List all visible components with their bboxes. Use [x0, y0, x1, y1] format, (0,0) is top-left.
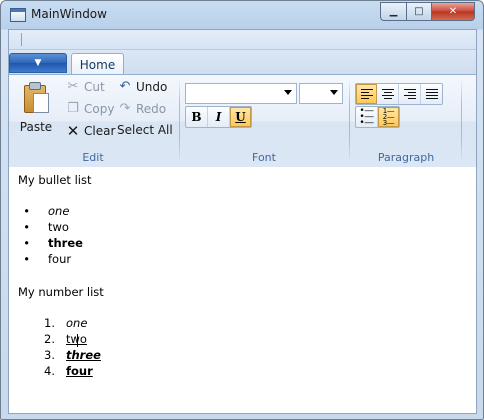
align-center-icon — [381, 89, 394, 99]
align-left-icon — [360, 89, 373, 99]
select-all-button[interactable]: Select All — [117, 123, 173, 137]
list-item: 4. four — [44, 363, 101, 379]
cut-label: Cut — [84, 80, 105, 94]
number-text-with-caret: two — [47, 332, 87, 347]
qat-separator — [21, 33, 22, 46]
font-group-label: Font — [252, 151, 276, 164]
scissors-icon: ✂ — [67, 79, 79, 94]
main-window: MainWindow ▁ □ ✕ ▼ Home Paste ✂ Cut ❐ Co… — [0, 0, 484, 420]
font-family-combo[interactable] — [185, 83, 297, 104]
font-format-bar: B I U — [185, 106, 252, 128]
redo-icon: ↷ — [119, 101, 131, 116]
numbering-button[interactable]: 1― 2― 3― — [378, 107, 399, 127]
bullet-marker: • — [23, 236, 30, 250]
edit-group: Paste ✂ Cut ❐ Copy ✕ Clear ↶ Undo ↷ Redo… — [9, 75, 177, 167]
maximize-icon: □ — [414, 6, 424, 17]
ribbon: Paste ✂ Cut ❐ Copy ✕ Clear ↶ Undo ↷ Redo… — [9, 74, 476, 168]
cut-button[interactable]: ✂ Cut — [65, 79, 105, 95]
align-center-button[interactable] — [377, 84, 399, 104]
number-marker: 4. — [44, 364, 55, 378]
font-size-combo[interactable] — [299, 83, 343, 104]
paste-icon — [22, 81, 50, 113]
numbered-list: 1.one 2.two 3. three 4.four — [44, 315, 101, 379]
list-item: • one — [23, 203, 83, 219]
list-item: • two — [23, 219, 83, 235]
app-icon[interactable] — [10, 8, 26, 22]
group-separator — [179, 79, 180, 163]
number-text: three — [66, 348, 101, 362]
paste-label: Paste — [19, 120, 53, 134]
bullet-marker: • — [23, 220, 30, 234]
redo-button[interactable]: ↷ Redo — [117, 101, 167, 117]
copy-button[interactable]: ❐ Copy — [65, 101, 114, 117]
bullet-marker: • — [23, 252, 30, 266]
bullet-text: two — [48, 220, 69, 234]
ribbon-tab-row: ▼ Home — [9, 50, 476, 75]
numbered-list-icon: 1― 2― 3― — [382, 107, 395, 127]
group-separator — [349, 79, 350, 163]
close-button[interactable]: ✕ — [431, 2, 475, 21]
redo-label: Redo — [136, 102, 167, 116]
undo-button[interactable]: ↶ Undo — [117, 79, 168, 95]
bullet-marker: • — [23, 204, 30, 218]
alignment-bar — [355, 83, 443, 105]
minimize-icon: ▁ — [389, 6, 398, 17]
font-group: B I U Font — [181, 75, 347, 167]
bullet-text: one — [48, 204, 70, 218]
tab-home[interactable]: Home — [71, 53, 124, 75]
paste-button[interactable]: Paste — [18, 77, 54, 139]
bold-button[interactable]: B — [186, 107, 208, 127]
italic-button[interactable]: I — [208, 107, 230, 127]
align-right-icon — [403, 89, 416, 99]
list-item: • three — [23, 235, 83, 251]
align-left-button[interactable] — [356, 84, 377, 104]
number-marker: 3. — [44, 348, 55, 362]
justify-icon — [425, 89, 438, 99]
rich-text-editor[interactable]: My bullet list • one • two • three • four My… — [9, 167, 476, 413]
chevron-down-icon: ▼ — [34, 58, 42, 68]
client-area: ▼ Home Paste ✂ Cut ❐ Copy ✕ Clear ↶ Undo… — [8, 29, 477, 414]
chevron-down-icon — [284, 90, 292, 95]
bullet-heading: My bullet list — [18, 173, 92, 187]
maximize-button[interactable]: □ — [406, 2, 431, 21]
paragraph-group: •― •― •― 1― 2― 3― Paragraph — [351, 75, 461, 167]
underline-button[interactable]: U — [230, 107, 251, 127]
number-marker: 1. — [44, 316, 55, 330]
minimize-button[interactable]: ▁ — [380, 2, 406, 21]
bullets-button[interactable]: •― •― •― — [356, 106, 378, 128]
list-item: 2.two — [44, 331, 101, 347]
list-item: • four — [23, 251, 83, 267]
title-bar[interactable]: MainWindow ▁ □ ✕ — [1, 1, 483, 29]
clear-label: Clear — [84, 124, 116, 138]
clear-x-icon: ✕ — [66, 122, 80, 140]
list-bar: •― •― •― 1― 2― 3― — [355, 106, 400, 128]
group-separator — [461, 79, 462, 163]
window-title: MainWindow — [31, 7, 107, 21]
application-menu-button[interactable]: ▼ — [9, 53, 67, 73]
number-heading: My number list — [18, 285, 104, 299]
close-icon: ✕ — [448, 6, 458, 17]
paragraph-group-label: Paragraph — [377, 151, 435, 164]
copy-label: Copy — [84, 102, 115, 116]
bullet-list-icon: •― •― •― — [359, 106, 374, 128]
chevron-down-icon — [330, 90, 338, 95]
bullet-text: four — [48, 252, 72, 266]
window-controls: ▁ □ ✕ — [380, 2, 475, 21]
align-right-button[interactable] — [399, 84, 421, 104]
quick-access-toolbar — [9, 30, 476, 50]
undo-icon: ↶ — [119, 79, 131, 94]
undo-label: Undo — [136, 80, 168, 94]
copy-icon: ❐ — [67, 101, 79, 116]
edit-group-label: Edit — [82, 151, 104, 164]
bullet-list: • one • two • three • four — [23, 203, 83, 267]
justify-button[interactable] — [421, 84, 442, 104]
list-item: 1. one — [44, 315, 101, 331]
select-all-label: Select All — [117, 123, 173, 137]
text-caret — [77, 334, 78, 347]
list-item: 3. three — [44, 347, 101, 363]
bullet-text: three — [48, 236, 83, 250]
clear-button[interactable]: ✕ Clear — [65, 122, 116, 140]
